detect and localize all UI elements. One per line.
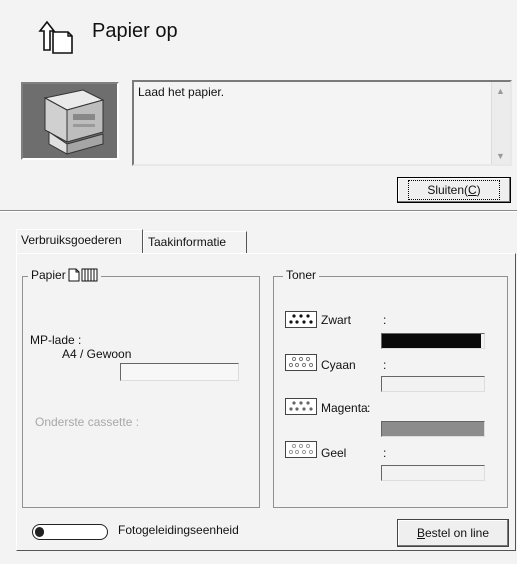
scroll-down-icon[interactable]: ▼: [493, 148, 508, 163]
paper-legend: Papier: [28, 268, 101, 282]
tab-job-info[interactable]: Taakinformatie: [143, 231, 247, 253]
close-button-label-end: ): [476, 183, 481, 197]
scroll-up-icon[interactable]: ▲: [493, 83, 508, 98]
message-text: Laad het papier.: [138, 85, 225, 99]
photoconductor-fill: [35, 527, 44, 537]
toner-yellow-colon: :: [383, 446, 387, 460]
order-online-button[interactable]: Bestel on line: [397, 519, 509, 547]
order-button-hotkey: B: [416, 526, 425, 540]
photoconductor-level-icon: [32, 524, 108, 540]
close-button-hotkey: C: [468, 183, 477, 197]
printer-image: [21, 82, 119, 160]
lower-cassette-label: Onderste cassette :: [35, 415, 140, 429]
toner-cyan-label: Cyaan: [321, 358, 356, 372]
page-title: Papier op: [92, 20, 178, 42]
toner-cyan-icon: [285, 354, 317, 371]
toner-magenta-label: Magenta: [321, 401, 368, 415]
message-box[interactable]: Laad het papier. ▲ ▼: [132, 80, 512, 166]
toner-magenta-icon: [285, 398, 317, 415]
order-button-label: estel on line: [424, 526, 490, 540]
toner-cyan-level-bar: [381, 376, 485, 392]
toner-black-colon: :: [383, 313, 387, 327]
paper-legend-label: Papier: [31, 268, 66, 282]
toner-black-level-bar: [381, 333, 485, 349]
toner-black-fill: [382, 334, 481, 348]
toner-magenta-colon: :: [367, 401, 371, 415]
paper-stack-icon: [68, 268, 98, 282]
tab-consumables-label: Verbruiksgoederen: [21, 233, 122, 247]
toner-yellow-icon: [285, 441, 317, 458]
toner-black-label: Zwart: [321, 313, 351, 327]
mp-tray-level-bar: [120, 363, 239, 381]
paper-group: [22, 276, 260, 508]
toner-black-icon: [285, 311, 317, 328]
photoconductor-label: Fotogeleidingseenheid: [118, 523, 239, 537]
close-button[interactable]: Sluiten(C): [397, 177, 511, 203]
toner-magenta-level-bar: [381, 421, 485, 437]
tab-consumables[interactable]: Verbruiksgoederen: [16, 229, 143, 253]
toner-legend: Toner: [283, 268, 320, 282]
toner-yellow-level-bar: [381, 465, 485, 481]
close-button-label: Sluiten(: [427, 183, 468, 197]
paper-out-icon: [38, 20, 74, 54]
mp-tray-label: MP-lade :: [30, 333, 82, 347]
toner-yellow-label: Geel: [321, 446, 347, 460]
toner-magenta-fill: [382, 422, 484, 436]
tab-job-info-label: Taakinformatie: [148, 235, 227, 249]
message-scrollbar[interactable]: ▲ ▼: [491, 82, 510, 164]
mp-tray-value: A4 / Gewoon: [62, 347, 132, 361]
separator: [0, 210, 517, 212]
toner-cyan-colon: :: [383, 358, 387, 372]
